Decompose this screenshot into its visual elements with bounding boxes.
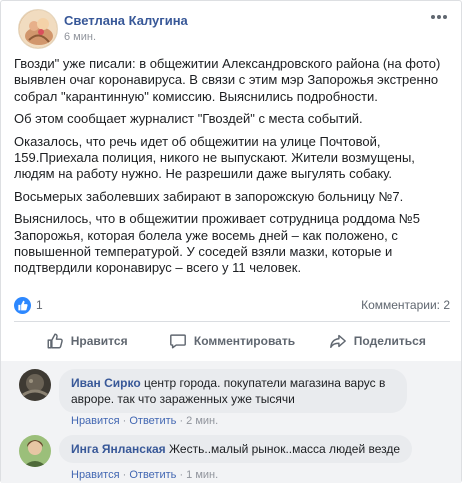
comment-meta: Нравится · Ответить · 2 мин. <box>71 415 218 427</box>
avatar-image <box>19 435 51 467</box>
share-button-label: Поделиться <box>353 334 426 348</box>
comments-section: Иван Сирко центр города. покупатели мага… <box>1 361 461 483</box>
author-avatar[interactable] <box>18 9 58 49</box>
post-paragraph: Выяснилось, что в общежитии проживает со… <box>14 211 420 276</box>
share-arrow-icon <box>329 334 346 349</box>
reactions-row: 1 Комментарии: 2 <box>14 295 450 317</box>
action-bar: Нравится Комментировать Поделиться <box>14 324 450 358</box>
comment-button-label: Комментировать <box>193 334 296 348</box>
comment-bubble: Иван Сирко центр города. покупатели мага… <box>59 369 407 413</box>
post-header: Светлана Калугина 6 мин. <box>15 9 449 49</box>
post-paragraph: Об этом сообщает журналист "Гвоздей" с м… <box>14 111 363 127</box>
separator: · <box>122 415 127 427</box>
author-name[interactable]: Светлана Калугина <box>64 13 188 28</box>
divider <box>14 321 450 322</box>
thumbs-up-outline-icon <box>47 333 63 349</box>
commenter-avatar[interactable] <box>19 369 51 401</box>
commenter-avatar[interactable] <box>19 435 51 467</box>
separator: · <box>179 415 184 427</box>
comment-button[interactable]: Комментировать <box>159 324 304 358</box>
like-button-label: Нравится <box>70 334 128 348</box>
comment-meta: Нравится · Ответить · 1 мин. <box>71 469 218 481</box>
comment-timestamp[interactable]: 2 мин. <box>186 415 218 427</box>
post-paragraph: Восьмерых заболевших забирают в запорожс… <box>14 188 404 204</box>
speech-bubble-icon <box>169 334 186 349</box>
commenter-name[interactable]: Иван Сирко <box>71 376 141 390</box>
like-count[interactable]: 1 <box>36 298 43 312</box>
separator: · <box>179 469 184 481</box>
comment-text: Жесть..малый рынок..масса людей везде <box>169 442 401 456</box>
separator: · <box>122 469 127 481</box>
comment-reply-link[interactable]: Ответить <box>129 415 176 427</box>
post-card: Светлана Калугина 6 мин. Гвозди" уже пис… <box>0 0 462 483</box>
comment-like-link[interactable]: Нравится <box>71 469 120 481</box>
comment-reply-link[interactable]: Ответить <box>129 469 176 481</box>
comment-like-link[interactable]: Нравится <box>71 415 120 427</box>
post-paragraph: Оказалось, что речь идет об общежитии на… <box>14 133 415 182</box>
share-button[interactable]: Поделиться <box>305 324 450 358</box>
avatar-flower-image <box>19 10 57 48</box>
comment-bubble: Инга Янланская Жесть..малый рынок..масса… <box>59 435 413 463</box>
avatar-image <box>19 369 51 401</box>
more-horizontal-icon[interactable] <box>429 11 449 25</box>
like-button[interactable]: Нравится <box>14 324 159 358</box>
comment-timestamp[interactable]: 1 мин. <box>186 469 218 481</box>
comments-count-link[interactable]: Комментарии: 2 <box>361 298 450 312</box>
thumbs-up-icon[interactable] <box>14 297 31 314</box>
post-paragraph: Гвозди" уже писали: в общежитии Александ… <box>14 56 441 104</box>
post-timestamp[interactable]: 6 мин. <box>64 31 96 43</box>
post-body: Гвозди" уже писали: в общежитии Александ… <box>14 56 450 283</box>
commenter-name[interactable]: Инга Янланская <box>71 442 166 456</box>
